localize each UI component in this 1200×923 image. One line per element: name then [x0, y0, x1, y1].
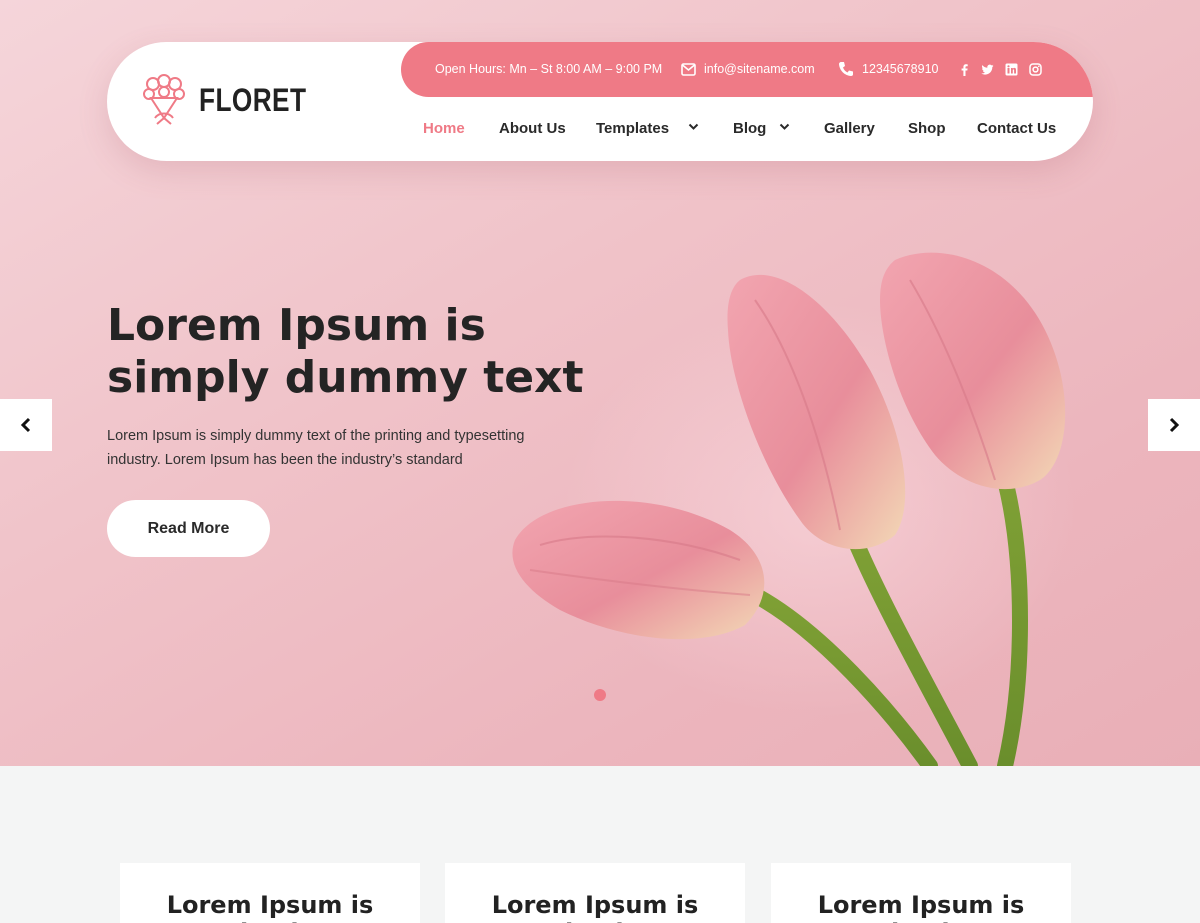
- bouquet-logo-icon: [143, 74, 185, 125]
- nav-home[interactable]: Home: [423, 120, 465, 137]
- nav-about-us[interactable]: About Us: [499, 120, 566, 137]
- twitter-icon[interactable]: [981, 63, 994, 76]
- phone-icon: [839, 62, 853, 76]
- instagram-icon[interactable]: [1029, 63, 1042, 76]
- slider-prev-button[interactable]: [0, 399, 52, 451]
- slider-next-button[interactable]: [1148, 399, 1200, 451]
- chevron-left-icon: [20, 417, 31, 433]
- chevron-right-icon: [1169, 417, 1180, 433]
- card-title: Lorem Ipsum is simply: [817, 891, 1025, 923]
- mail-icon: [681, 63, 696, 76]
- feature-card: Lorem Ipsum is simply: [120, 863, 420, 923]
- read-more-button[interactable]: Read More: [107, 500, 270, 557]
- card-title: Lorem Ipsum is simply: [491, 891, 699, 923]
- hero-section: FLORET Open Hours: Mn – St 8:00 AM – 9:0…: [0, 0, 1200, 766]
- facebook-icon[interactable]: [958, 63, 971, 76]
- nav-contact-us[interactable]: Contact Us: [977, 120, 1056, 137]
- nav-gallery[interactable]: Gallery: [824, 120, 875, 137]
- brand-logo-text[interactable]: FLORET: [199, 82, 306, 119]
- site-header: FLORET Open Hours: Mn – St 8:00 AM – 9:0…: [107, 42, 1093, 161]
- hero-title: Lorem Ipsum is simply dummy text: [107, 300, 584, 403]
- open-hours-text: Open Hours: Mn – St 8:00 AM – 9:00 PM: [435, 62, 663, 76]
- feature-card: Lorem Ipsum is simply: [445, 863, 745, 923]
- chevron-down-icon[interactable]: [779, 123, 790, 131]
- feature-card: Lorem Ipsum is simply: [771, 863, 1071, 923]
- phone-link[interactable]: 12345678910: [862, 62, 938, 76]
- chevron-down-icon[interactable]: [688, 123, 699, 131]
- email-link[interactable]: info@sitename.com: [704, 62, 815, 76]
- card-title: Lorem Ipsum is simply: [166, 891, 374, 923]
- hero-description: Lorem Ipsum is simply dummy text of the …: [107, 428, 525, 468]
- slider-dot[interactable]: [594, 689, 606, 701]
- header-topbar: Open Hours: Mn – St 8:00 AM – 9:00 PM in…: [401, 42, 1093, 97]
- nav-shop[interactable]: Shop: [908, 120, 946, 137]
- linkedin-icon[interactable]: [1005, 63, 1018, 76]
- nav-blog[interactable]: Blog: [733, 120, 766, 137]
- nav-templates[interactable]: Templates: [596, 120, 669, 137]
